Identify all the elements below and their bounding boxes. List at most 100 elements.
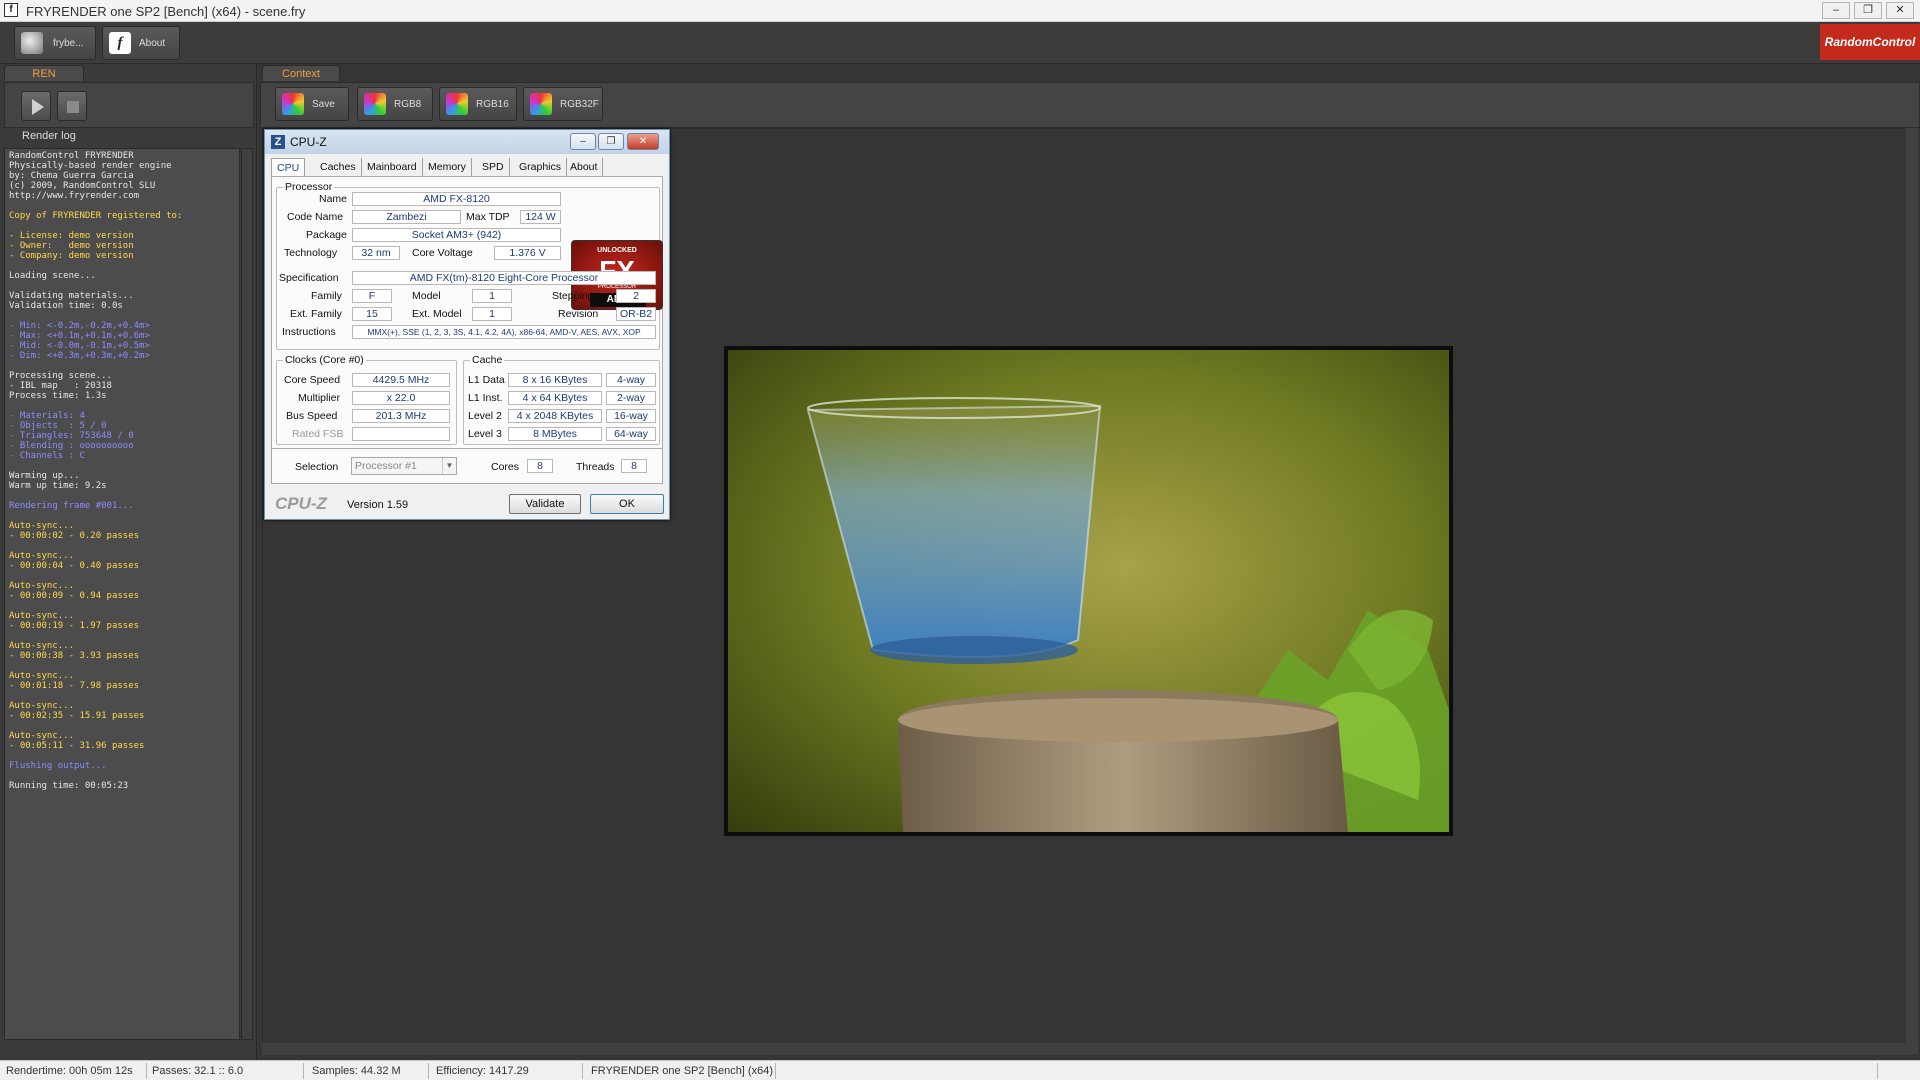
tab-render[interactable]: REN [4, 65, 84, 81]
l1d-way: 4-way [606, 373, 656, 387]
rgb8-button[interactable]: RGB8 [357, 87, 433, 121]
selection-dropdown[interactable]: Processor #1 ▼ [351, 457, 457, 475]
fryrender-logo-icon: f [109, 32, 131, 54]
cpuz-tab-mainboard[interactable]: Mainboard [362, 158, 423, 176]
log-line: - Min: <-0.2m,-0.2m,+0.4m> [9, 321, 150, 331]
stepping-value: 2 [616, 289, 656, 303]
status-samples: Samples: 44.32 M [312, 1065, 401, 1077]
log-line: Validation time: 0.0s [9, 301, 123, 311]
log-line: (c) 2009, RandomControl SLU [9, 181, 156, 191]
log-line: - Channels : C [9, 451, 85, 461]
render-log: RandomControl FRYRENDER Physically-based … [4, 148, 240, 1040]
rgb32f-label: RGB32F [560, 99, 599, 110]
l1d-value: 8 x 16 KBytes [508, 373, 602, 387]
tab-context[interactable]: Context [262, 65, 340, 81]
log-line: - License: demo version [9, 231, 134, 241]
stop-icon [67, 101, 79, 113]
viewport-horizontal-scrollbar[interactable] [262, 1043, 1912, 1055]
close-button[interactable]: ✕ [1886, 2, 1914, 19]
name-value: AMD FX-8120 [352, 192, 561, 206]
l3-way: 64-way [606, 427, 656, 441]
validate-button[interactable]: Validate [509, 494, 581, 514]
log-line: Loading scene... [9, 271, 96, 281]
ok-button[interactable]: OK [590, 494, 664, 514]
specification-label: Specification [279, 272, 339, 284]
cpuz-maximize-button[interactable]: ❐ [598, 133, 624, 150]
cpuz-minimize-button[interactable]: – [570, 133, 596, 150]
busspeed-label: Bus Speed [286, 410, 338, 422]
frybench-icon [21, 32, 43, 54]
name-label: Name [319, 193, 348, 205]
log-scrollbar[interactable] [241, 148, 253, 1040]
render-controls [4, 82, 254, 128]
minimize-button[interactable]: – [1822, 2, 1850, 19]
log-line: Auto-sync... [9, 581, 75, 591]
l3-label: Level 3 [468, 428, 502, 440]
stepping-label: Stepping [552, 290, 594, 302]
cpuz-close-button[interactable]: ✕ [627, 133, 659, 150]
maxtdp-label: Max TDP [466, 211, 510, 223]
l2-label: Level 2 [468, 410, 502, 422]
rgb32f-icon [530, 93, 552, 115]
cpuz-tab-spd[interactable]: SPD [477, 158, 510, 176]
log-line: Running time: 00:05:23 [9, 781, 129, 791]
package-label: Package [306, 229, 347, 241]
log-line: Warm up time: 9.2s [9, 481, 107, 491]
log-line: http://www.fryrender.com [9, 191, 140, 201]
rgb32f-button[interactable]: RGB32F [523, 87, 603, 121]
multiplier-value: x 22.0 [352, 391, 450, 405]
busspeed-value: 201.3 MHz [352, 409, 450, 423]
rgb16-button[interactable]: RGB16 [439, 87, 517, 121]
threads-value: 8 [621, 459, 647, 473]
log-line: Flushing output... [9, 761, 107, 771]
log-line: - 00:01:18 - 7.98 passes [9, 681, 140, 691]
log-line: by: Chema Guerra Garcia [9, 171, 134, 181]
l2-value: 4 x 2048 KBytes [508, 409, 602, 423]
log-line: - Mid: <-0.0m,-0.1m,+0.5m> [9, 341, 150, 351]
cpuz-tab-cpu[interactable]: CPU [271, 158, 306, 176]
cpuz-window: Z CPU-Z – ❐ ✕ CPU Caches Mainboard Memory SP… [264, 129, 670, 520]
specification-value: AMD FX(tm)-8120 Eight-Core Processor [352, 271, 656, 285]
log-line: - 00:00:38 - 3.93 passes [9, 651, 140, 661]
status-passes: Passes: 32.1 :: 6.0 [152, 1065, 244, 1077]
cpuz-app-icon: Z [271, 135, 285, 149]
cpuz-cpu-page: Processor Name AMD FX-8120 Code Name Zam… [271, 176, 663, 479]
log-line: - 00:00:09 - 0.94 passes [9, 591, 140, 601]
model-value: 1 [472, 289, 512, 303]
save-button[interactable]: Save [275, 87, 349, 121]
status-separator [146, 1063, 147, 1079]
log-line: - Triangles: 753648 / 0 [9, 431, 134, 441]
package-value: Socket AM3+ (942) [352, 228, 561, 242]
status-separator [303, 1063, 304, 1079]
frybench-button[interactable]: frybe... [14, 26, 96, 60]
maximize-button[interactable]: ❐ [1854, 2, 1882, 19]
cpuz-tab-graphics[interactable]: Graphics [514, 158, 568, 176]
log-line: Warming up... [9, 471, 80, 481]
viewport-vertical-scrollbar[interactable] [1906, 128, 1918, 1054]
log-line: - Dim: <+0.3m,+0.3m,+0.2m> [9, 351, 150, 361]
log-line: Auto-sync... [9, 641, 75, 651]
about-button[interactable]: f About [102, 26, 180, 60]
instructions-label: Instructions [282, 326, 336, 338]
l1i-value: 4 x 64 KBytes [508, 391, 602, 405]
rgb8-label: RGB8 [394, 99, 422, 110]
cpuz-tab-memory[interactable]: Memory [423, 158, 472, 176]
corevoltage-value: 1.376 V [494, 246, 561, 260]
cpuz-tab-caches[interactable]: Caches [315, 158, 362, 176]
randomcontrol-logo: RandomControl [1820, 24, 1920, 60]
main-toolbar: frybe... f About [0, 22, 1920, 64]
status-separator [1877, 1063, 1878, 1079]
stop-button[interactable] [57, 91, 87, 121]
log-line: - Owner: demo version [9, 241, 134, 251]
cpuz-tab-about[interactable]: About [565, 158, 604, 176]
play-button[interactable] [21, 91, 51, 121]
status-separator [428, 1063, 429, 1079]
extmodel-label: Ext. Model [412, 308, 462, 320]
cpuz-title-bar[interactable]: Z CPU-Z – ❐ ✕ [265, 130, 669, 154]
